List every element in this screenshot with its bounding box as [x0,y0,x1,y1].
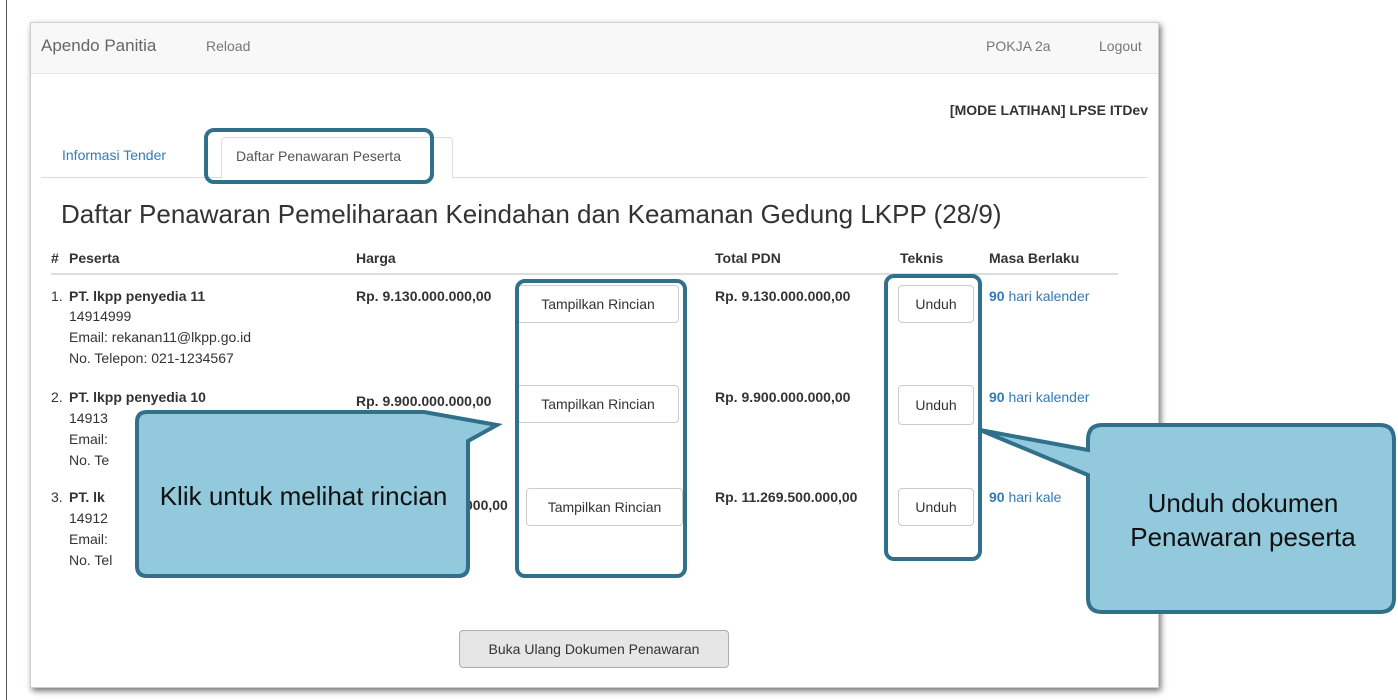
right-callout-text: Unduh dokumen Penawaran peserta [1130,488,1356,552]
left-callout-text: Klik untuk melihat rincian [159,481,448,511]
callout-shapes [135,410,1396,614]
